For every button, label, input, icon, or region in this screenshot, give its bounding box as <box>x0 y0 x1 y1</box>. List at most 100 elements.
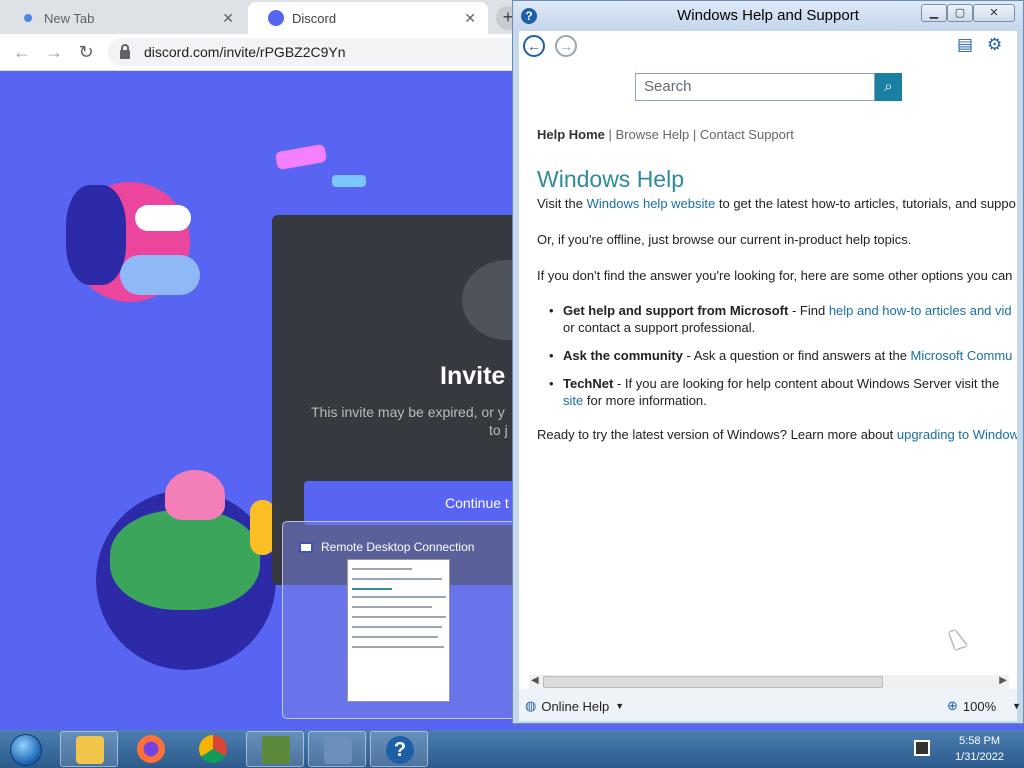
search-input[interactable]: Search <box>635 73 875 101</box>
breadcrumb: Help Home | Browse Help | Contact Suppor… <box>537 127 794 142</box>
thumb-line <box>352 588 392 590</box>
bullet-text: - Ask a question or find answers at the <box>682 348 911 363</box>
online-help-dropdown[interactable]: ◍ Online Help ▼ <box>525 698 624 714</box>
paragraph-2: Or, if you're offline, just browse our c… <box>537 232 912 247</box>
thumb-line <box>352 636 438 638</box>
lock-icon <box>120 43 130 59</box>
globe-icon: ◍ <box>525 698 537 713</box>
thumbnail-window-image <box>347 559 450 702</box>
bullet-heading: Ask the community <box>563 348 683 363</box>
zoom-icon: ⊕ <box>947 698 958 713</box>
zoom-level: 100% <box>962 698 997 714</box>
forward-arrow-icon[interactable]: → <box>42 40 66 64</box>
close-tab-icon[interactable]: ✕ <box>222 10 234 27</box>
chevron-down-icon: ▼ <box>1012 701 1022 711</box>
taskbar-firefox[interactable] <box>122 731 180 767</box>
bullet-text: for more information. <box>583 393 707 408</box>
illustration-creature-hair <box>165 470 225 520</box>
minimize-button[interactable]: ▁ <box>921 4 947 22</box>
contact-support-link[interactable]: Contact Support <box>700 127 794 142</box>
windows-help-website-link[interactable]: Windows help website <box>587 196 716 211</box>
microsoft-community-link[interactable]: Microsoft Commu <box>911 348 1013 363</box>
help-question-icon: ? <box>386 736 414 764</box>
start-button[interactable] <box>4 731 48 767</box>
illustration-book-blue <box>332 175 366 187</box>
paragraph-text: Visit the <box>537 196 587 211</box>
back-arrow-icon[interactable]: ← <box>10 40 34 64</box>
search-button[interactable]: ⌕ <box>875 73 902 101</box>
illustration-character-legs <box>120 255 200 295</box>
thumbnail-title: Remote Desktop Connection <box>299 540 474 554</box>
close-tab-icon[interactable]: ✕ <box>464 10 476 27</box>
paragraph-3: If you don't find the answer you're look… <box>537 268 1013 283</box>
gear-icon[interactable]: ⚙ <box>987 35 1002 55</box>
network-icon[interactable] <box>914 740 930 756</box>
clock-time: 5:58 PM <box>959 735 1001 747</box>
paragraph-text: Ready to try the latest version of Windo… <box>537 427 897 442</box>
remote-desktop-icon <box>299 541 313 553</box>
thumb-line <box>352 578 442 580</box>
taskbar-explorer[interactable] <box>60 731 118 767</box>
invite-subtitle-line2: to j <box>489 422 508 438</box>
remote-desktop-icon <box>324 736 352 764</box>
help-status-bar: ◍ Online Help ▼ ⊕ 100% ▼ <box>519 689 1021 721</box>
tab-label: Discord <box>292 10 337 26</box>
taskbar-thumbnail-preview[interactable]: Remote Desktop Connection <box>282 521 516 719</box>
scrollbar-thumb[interactable] <box>543 676 883 688</box>
back-arrow-icon[interactable]: ← <box>523 35 545 57</box>
breadcrumb-separator: | <box>692 127 697 142</box>
online-help-label: Online Help <box>541 698 610 714</box>
zoom-control[interactable]: ⊕ 100% ▼ <box>947 698 1021 714</box>
scroll-left-icon[interactable]: ◀ <box>531 675 539 686</box>
help-home-link[interactable]: Help Home <box>537 127 605 142</box>
chrome-icon <box>20 10 36 26</box>
bullet-heading: TechNet <box>563 376 614 391</box>
tab-discord[interactable]: Discord ✕ <box>248 2 488 34</box>
scroll-right-icon[interactable]: ▶ <box>999 675 1007 686</box>
thumb-line <box>352 596 446 598</box>
horizontal-scrollbar[interactable]: ◀ ▶ <box>529 675 1009 689</box>
minecraft-icon <box>262 736 290 764</box>
firefox-icon <box>137 735 165 763</box>
maximize-button[interactable]: ▢ <box>947 4 973 22</box>
paragraph-4: Ready to try the latest version of Windo… <box>537 426 1017 443</box>
taskbar-minecraft[interactable] <box>246 731 304 767</box>
print-icon[interactable]: ▤ <box>957 35 973 55</box>
invite-title: Invite <box>440 362 506 390</box>
clock[interactable]: 5:58 PM 1/31/2022 <box>955 733 1004 765</box>
illustration-green-creature <box>110 510 260 610</box>
clock-date: 1/31/2022 <box>955 751 1004 763</box>
bullet-dot: • <box>549 348 554 363</box>
taskbar-help[interactable]: ? <box>370 731 428 767</box>
help-titlebar[interactable]: ? Windows Help and Support ▁ ▢ ✕ <box>513 1 1023 31</box>
url-text: discord.com/invite/rPGBZ2C9Yn <box>144 44 346 60</box>
chat-bubble-icon <box>135 205 191 231</box>
page-title: Windows Help <box>537 166 684 192</box>
thumbnail-title-text: Remote Desktop Connection <box>321 540 475 554</box>
bullet-text: or contact a support professional. <box>563 320 756 335</box>
help-window: ? Windows Help and Support ▁ ▢ ✕ ← → ▤ ⚙… <box>512 0 1024 724</box>
bullet-heading: Get help and support from Microsoft <box>563 303 789 318</box>
chevron-down-icon: ▼ <box>615 701 625 711</box>
browse-help-link[interactable]: Browse Help <box>616 127 690 142</box>
address-bar[interactable]: discord.com/invite/rPGBZ2C9Yn <box>108 38 528 66</box>
taskbar-chrome[interactable] <box>184 731 242 767</box>
bullet-text: - Find <box>788 303 829 318</box>
windows-logo-icon <box>10 734 42 766</box>
taskbar: ? 5:58 PM 1/31/2022 <box>0 730 1024 768</box>
forward-arrow-icon[interactable]: → <box>555 35 577 57</box>
illustration-character-hair <box>66 185 126 285</box>
taskbar-remote-desktop[interactable] <box>308 731 366 767</box>
reload-icon[interactable]: ↻ <box>74 40 98 64</box>
invite-subtitle: This invite may be expired, or y <box>311 404 505 420</box>
breadcrumb-separator: | <box>608 127 612 142</box>
technet-site-link[interactable]: site <box>563 393 583 408</box>
help-articles-link[interactable]: help and how-to articles and vid <box>829 303 1012 318</box>
bullet-dot: • <box>549 303 554 318</box>
continue-button[interactable]: Continue t <box>304 481 534 525</box>
tab-new-tab[interactable]: New Tab ✕ <box>0 2 246 34</box>
paragraph-1: Visit the Windows help website to get th… <box>537 195 1016 212</box>
close-button[interactable]: ✕ <box>973 4 1015 22</box>
upgrade-windows-link[interactable]: upgrading to Window <box>897 427 1017 442</box>
help-content-pane: ← → ▤ ⚙ Search ⌕ Help Home | Browse Help… <box>519 31 1017 689</box>
